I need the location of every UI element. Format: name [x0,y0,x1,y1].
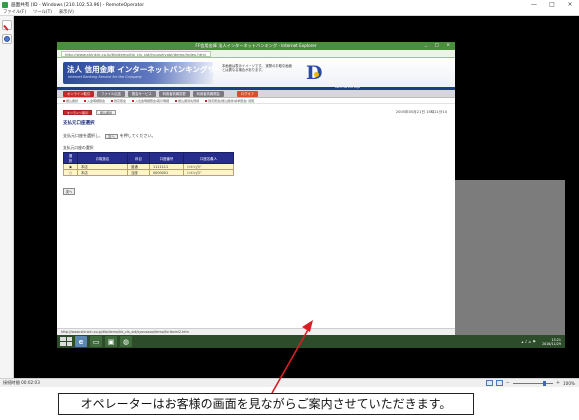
menubar: ファイル(F) ツール(T) 表示(V) [0,9,579,16]
account-table: 選択 お取扱店 科目 口座番号 口座名義人 ◉ 本店 普通 1111111 ｼﾝ… [63,152,234,176]
minimize-button[interactable]: — [525,0,543,9]
subnav-statement[interactable]: 入出金明細照会/取引明細 [132,99,169,103]
subnav-deposit-detail[interactable]: 入金明細照会 [84,99,105,103]
globe-tool-button[interactable] [2,34,12,44]
remote-operator-app: 画面共有 [ID - Windows [210.102.53.96] - Rem… [0,0,579,420]
crumb-transfer[interactable]: 振込振替 [96,110,117,115]
nav-user-change[interactable]: 利用者情報変更 [158,90,190,97]
subnav-balance-view[interactable]: 残高照会(振込振替/請求照会) 閲覧 [205,99,254,103]
instruction-text: 支払元口座を選択し、 次へ を押してください。 [63,133,449,139]
next-button[interactable]: 次へ [63,188,75,195]
url-input[interactable]: http://www.shinkin.co.jp/tlb/demo/hb_cls… [61,50,211,57]
crumb-online[interactable]: オンライン取引 [63,110,93,115]
window-title: 画面共有 [ID - Windows [210.102.53.96] - Rem… [11,2,145,8]
menu-file[interactable]: ファイル(F) [3,9,26,15]
annotation-caption: オペレーターはお客様の画面を見ながらご案内させていただきます。 [58,393,474,415]
taskbar-clock: 15:21 2016/11/29 [542,338,561,346]
page-datetime: 2005年05月21日 15時21分10 [395,110,447,114]
start-button[interactable] [60,337,72,346]
zoom-level: 100% [563,380,575,386]
app-statusbar: 接続時間 00:02:03 − + 100% [0,378,579,387]
nav-file-transfer[interactable]: ファイル伝送 [97,90,125,97]
table-row[interactable]: ○ 本店 当座 0000001 ｼﾝｷﾝｼｮｳｼﾞ [63,169,234,176]
remote-background-panel [455,180,565,335]
demo-notice: 本画面は表示イメージです。 実際のお取引画面とは異なる場合があります。 [222,64,292,73]
menu-tools[interactable]: ツール(T) [33,9,52,15]
menu-view[interactable]: 表示(V) [59,9,74,15]
col-branch: お取扱店 [77,152,128,164]
zoom-controls: − + 100% [485,380,579,386]
taskbar-folder-icon[interactable]: ▭ [90,336,102,347]
taskbar-ie-icon[interactable]: e [75,336,87,347]
nav-inquiry[interactable]: 照会サービス [127,90,156,97]
instruction-before: 支払元口座を選択し、 [63,133,103,138]
zoom-in-button[interactable]: + [556,380,560,386]
brand-mark-icon: D [304,62,322,84]
account-radio[interactable]: ○ [63,169,78,176]
instruction-after: を押してください。 [119,133,156,138]
col-number: 口座番号 [149,152,184,164]
banner-stripe: Demo Service Page [57,86,455,90]
taskbar-chrome-icon[interactable]: ◍ [120,336,132,347]
nav-user-inquiry[interactable]: 利用者情報照会 [192,90,224,97]
logo-subtitle: Internet Banking Service for the Company [68,75,142,79]
page-content: オンライン取引 振込振替 2005年05月21日 15時21分10 支払元口座選… [57,104,455,195]
browser-titlebar: FF信用金庫 法人インターネットバンキング - Internet Explore… [57,42,455,50]
cell-number: 0000001 [149,169,184,176]
close-button[interactable]: × [561,0,579,9]
window-controls: — □ × [525,0,579,9]
logo-title: 法人 信用金庫 インターネットバンキングサービス [67,65,238,74]
zoom-out-button[interactable]: − [506,380,510,386]
subnav-register-payee[interactable]: 振込振替先登録 [175,99,199,103]
breadcrumb: オンライン取引 振込振替 [63,110,449,115]
browser-window: FF信用金庫 法人インターネットバンキング - Internet Explore… [57,42,455,335]
tray-icons[interactable]: ▴ ♪ ⌂ ⚑ [521,339,536,344]
browser-title: FF信用金庫 法人インターネットバンキング - Internet Explore… [195,43,317,48]
site-banner: 法人 信用金庫 インターネットバンキングサービス Internet Bankin… [57,58,455,90]
clock-date: 2016/11/29 [541,341,561,346]
cell-branch: 本店 [77,169,128,176]
maximize-button[interactable]: □ [543,0,561,9]
col-select: 選択 [63,152,78,164]
logout-button[interactable]: ログオフ [236,90,258,97]
fit-screen-icon[interactable] [485,380,493,386]
address-bar: http://www.shinkin.co.jp/tlb/demo/hb_cls… [57,50,455,58]
subnav-balance[interactable]: 残高照会 [111,99,126,103]
pen-tool-button[interactable] [2,20,12,31]
main-nav: オンライン取引 ファイル伝送 照会サービス 利用者情報変更 利用者情報照会 ログ… [57,90,455,98]
cell-type: 当座 [127,169,150,176]
site-logo: 法人 信用金庫 インターネットバンキングサービス Internet Bankin… [63,62,237,84]
table-header-row: 選択 お取扱店 科目 口座番号 口座名義人 [63,152,234,164]
col-holder: 口座名義人 [183,152,234,164]
table-label: 支払元口座の選択 [63,145,94,150]
zoom-slider-thumb[interactable] [542,380,546,386]
page-title: 支払元口座選択 [63,121,95,126]
window-titlebar: 画面共有 [ID - Windows [210.102.53.96] - Rem… [0,0,579,9]
left-toolbar [0,16,14,381]
cell-holder: ｼﾝｷﾝｼｮｳｼﾞ [183,169,234,176]
globe-icon [4,36,10,42]
nav-online-transaction[interactable]: オンライン取引 [63,90,95,97]
full-screen-icon[interactable] [495,380,503,386]
connection-time: 接続時間 00:02:03 [3,380,40,385]
remote-taskbar: e ▭ ▣ ◍ ▴ ♪ ⌂ ⚑ 15:21 2016/11/29 [57,335,565,348]
system-tray: ▴ ♪ ⌂ ⚑ 15:21 2016/11/29 [521,338,565,346]
app-icon [2,1,8,8]
taskbar-store-icon[interactable]: ▣ [105,336,117,347]
zoom-slider[interactable] [512,380,553,386]
pen-icon [3,25,9,31]
browser-statusbar: http://www.shinkin.co.jp/tlb/demo/hb_cls… [57,328,455,335]
stripe-label: Demo Service Page [334,86,360,89]
instruction-next-label: 次へ [105,133,118,139]
col-type: 科目 [127,152,150,164]
browser-window-controls[interactable]: _ □ × [425,42,453,50]
subnav-transfer[interactable]: 振込振替 [63,99,78,103]
